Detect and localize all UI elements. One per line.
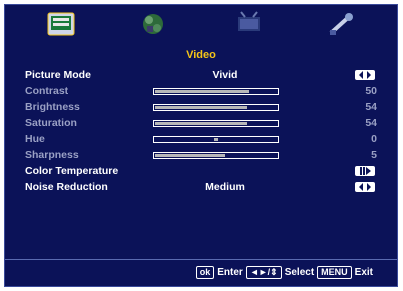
row-label: Brightness xyxy=(25,101,80,113)
ok-key: ok xyxy=(195,266,215,279)
menu-row-saturation[interactable]: Saturation 54 xyxy=(25,117,385,131)
menu-row-sharpness[interactable]: Sharpness 5 xyxy=(25,149,385,163)
channel-icon xyxy=(235,11,263,37)
row-label: Color Temperature xyxy=(25,165,119,177)
row-label: Contrast xyxy=(25,85,69,97)
menu-key: MENU xyxy=(317,266,352,279)
tab-channel[interactable] xyxy=(231,9,267,39)
saturation-fill xyxy=(155,122,247,125)
contrast-bar[interactable] xyxy=(153,88,279,95)
menu-tabs xyxy=(5,5,397,45)
enter-label: Enter xyxy=(217,267,243,278)
tab-picture[interactable] xyxy=(43,9,79,39)
left-right-arrows-icon[interactable] xyxy=(355,70,375,80)
menu-row-color-temperature[interactable]: Color Temperature xyxy=(25,165,385,179)
hue-knob xyxy=(214,138,218,141)
select-label: Select xyxy=(284,267,315,278)
row-value: 0 xyxy=(371,133,377,145)
row-label: Sharpness xyxy=(25,149,79,161)
row-value: 5 xyxy=(371,149,377,161)
nav-key: ◄►/⇕ xyxy=(245,266,282,279)
settings-icon xyxy=(327,11,355,37)
saturation-bar[interactable] xyxy=(153,120,279,127)
row-value: Medium xyxy=(205,181,245,193)
row-value: 54 xyxy=(365,101,377,113)
row-label: Hue xyxy=(25,133,45,145)
brightness-bar[interactable] xyxy=(153,104,279,111)
menu-row-contrast[interactable]: Contrast 50 xyxy=(25,85,385,99)
submenu-arrow-icon[interactable] xyxy=(355,166,375,176)
sharpness-fill xyxy=(155,154,225,157)
picture-icon xyxy=(47,12,75,36)
tab-settings[interactable] xyxy=(323,9,359,39)
sound-icon xyxy=(139,11,167,37)
hue-bar[interactable] xyxy=(153,136,279,143)
row-value: 50 xyxy=(365,85,377,97)
brightness-fill xyxy=(155,106,247,109)
osd-menu: Video Picture Mode Vivid Contrast 50 Bri… xyxy=(4,4,398,287)
row-value: Vivid xyxy=(212,69,238,81)
exit-label: Exit xyxy=(354,267,373,278)
row-label: Saturation xyxy=(25,117,77,129)
menu-row-noise-reduction[interactable]: Noise Reduction Medium xyxy=(25,181,385,195)
tab-sound[interactable] xyxy=(135,9,171,39)
row-value: 54 xyxy=(365,117,377,129)
contrast-fill xyxy=(155,90,249,93)
section-title: Video xyxy=(186,49,216,61)
menu-row-brightness[interactable]: Brightness 54 xyxy=(25,101,385,115)
row-label: Picture Mode xyxy=(25,69,91,81)
left-right-arrows-icon[interactable] xyxy=(355,182,375,192)
sharpness-bar[interactable] xyxy=(153,152,279,159)
help-bar: ok Enter ◄►/⇕ Select MENU Exit xyxy=(195,266,373,279)
row-label: Noise Reduction xyxy=(25,181,108,193)
menu-row-hue[interactable]: Hue 0 xyxy=(25,133,385,147)
help-footer: ok Enter ◄►/⇕ Select MENU Exit xyxy=(5,259,397,286)
menu-row-picture-mode[interactable]: Picture Mode Vivid xyxy=(25,69,385,83)
